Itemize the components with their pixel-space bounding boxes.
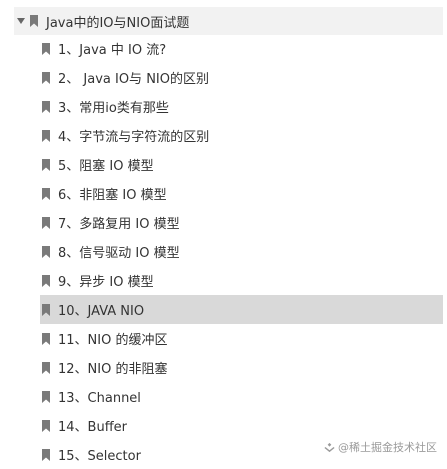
outline-item[interactable]: 8、信号驱动 IO 模型 bbox=[40, 237, 443, 266]
outline-root-item[interactable]: Java中的IO与NIO面试题 bbox=[14, 7, 443, 35]
outline-item-label: 9、异步 IO 模型 bbox=[58, 275, 154, 290]
outline-item[interactable]: 1、Java 中 IO 流? bbox=[40, 34, 443, 63]
outline-item-label: 5、阻塞 IO 模型 bbox=[58, 159, 154, 174]
outline-panel: Java中的IO与NIO面试题 1、Java 中 IO 流? 2、 Java IO… bbox=[0, 0, 447, 467]
bookmark-icon bbox=[42, 187, 50, 200]
outline-item-label: 8、信号驱动 IO 模型 bbox=[58, 246, 180, 261]
bookmark-icon bbox=[42, 158, 50, 171]
watermark-text: @稀土掘金技术社区 bbox=[338, 441, 437, 454]
outline-item-label: 13、Channel bbox=[58, 391, 141, 406]
outline-item[interactable]: 13、Channel bbox=[40, 382, 443, 411]
outline-item-label: 3、常用io类有那些 bbox=[58, 101, 169, 116]
bookmark-icon bbox=[42, 390, 50, 403]
outline-item[interactable]: 3、常用io类有那些 bbox=[40, 92, 443, 121]
bookmark-icon bbox=[42, 332, 50, 345]
watermark: @稀土掘金技术社区 bbox=[324, 439, 437, 455]
bookmark-icon bbox=[42, 216, 50, 229]
outline-item[interactable]: 10、JAVA NIO bbox=[40, 295, 443, 324]
outline-item-label: 15、Selector bbox=[58, 449, 141, 464]
bookmark-icon bbox=[42, 129, 50, 142]
outline-item[interactable]: 6、非阻塞 IO 模型 bbox=[40, 179, 443, 208]
bookmark-icon bbox=[42, 274, 50, 287]
juejin-logo-icon bbox=[324, 442, 335, 452]
bookmark-icon bbox=[42, 448, 50, 461]
outline-item-label: 12、NIO 的非阻塞 bbox=[58, 362, 168, 377]
bookmark-icon bbox=[42, 245, 50, 258]
outline-item-label: 4、字节流与字符流的区别 bbox=[58, 130, 210, 145]
bookmark-icon bbox=[30, 15, 38, 27]
outline-item[interactable]: 5、阻塞 IO 模型 bbox=[40, 150, 443, 179]
bookmark-icon bbox=[42, 71, 50, 84]
bookmark-icon bbox=[42, 42, 50, 55]
outline-item-list: 1、Java 中 IO 流? 2、 Java IO与 NIO的区别 3、常用io类有… bbox=[40, 34, 443, 469]
bookmark-icon bbox=[42, 303, 50, 316]
caret-down-icon[interactable] bbox=[17, 18, 25, 24]
outline-item-label: 6、非阻塞 IO 模型 bbox=[58, 188, 167, 203]
outline-item-label: 1、Java 中 IO 流? bbox=[58, 43, 167, 58]
outline-item-label: 10、JAVA NIO bbox=[58, 304, 145, 319]
outline-item-label: 2、 Java IO与 NIO的区别 bbox=[58, 72, 209, 87]
bookmark-icon bbox=[42, 419, 50, 432]
outline-item[interactable]: 4、字节流与字符流的区别 bbox=[40, 121, 443, 150]
outline-item-label: 14、Buffer bbox=[58, 420, 127, 435]
outline-root-label: Java中的IO与NIO面试题 bbox=[46, 15, 190, 31]
bookmark-icon bbox=[42, 361, 50, 374]
outline-item-label: 11、NIO 的缓冲区 bbox=[58, 333, 168, 348]
outline-item[interactable]: 2、 Java IO与 NIO的区别 bbox=[40, 63, 443, 92]
bookmark-icon bbox=[42, 100, 50, 113]
outline-item[interactable]: 9、异步 IO 模型 bbox=[40, 266, 443, 295]
outline-item[interactable]: 11、NIO 的缓冲区 bbox=[40, 324, 443, 353]
outline-item[interactable]: 14、Buffer bbox=[40, 411, 443, 440]
outline-item[interactable]: 12、NIO 的非阻塞 bbox=[40, 353, 443, 382]
outline-item[interactable]: 7、多路复用 IO 模型 bbox=[40, 208, 443, 237]
outline-item-label: 7、多路复用 IO 模型 bbox=[58, 217, 180, 232]
